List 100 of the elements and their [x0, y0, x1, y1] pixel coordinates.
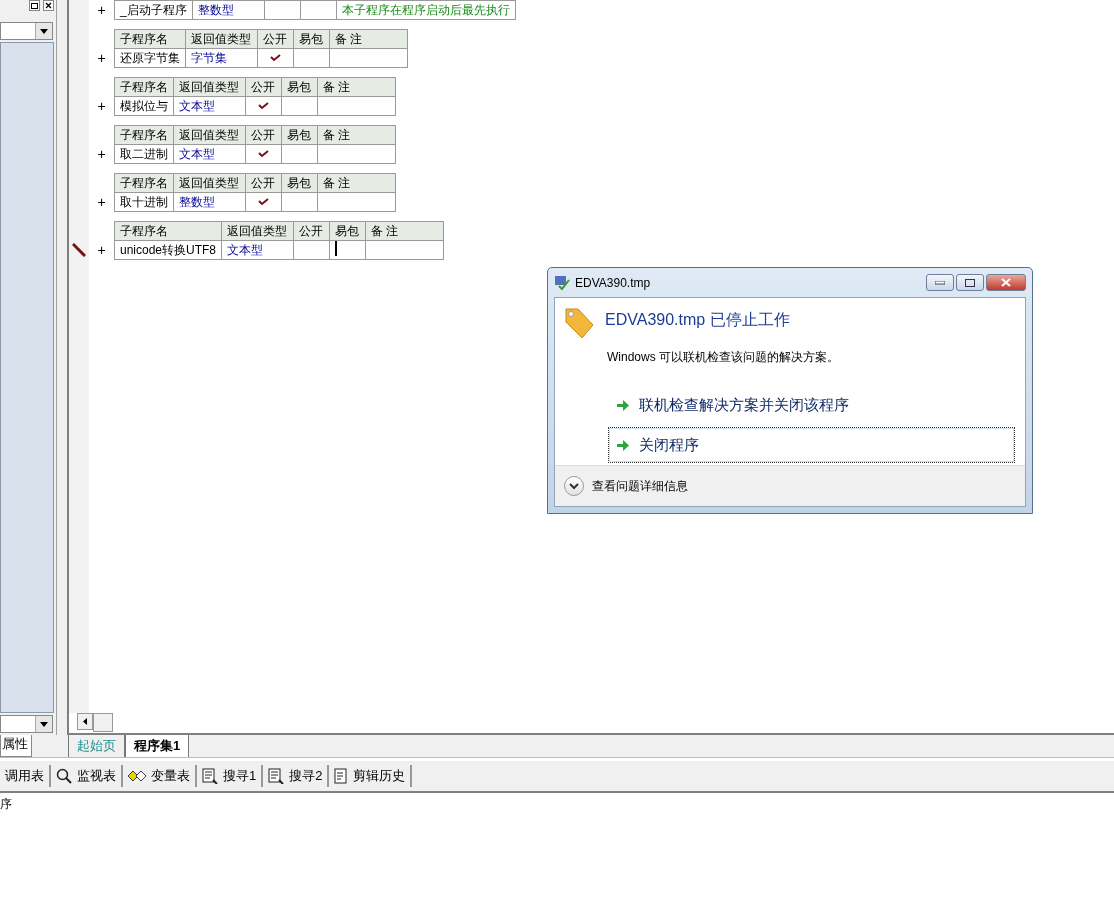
close-button[interactable]	[43, 0, 54, 11]
details-link[interactable]: 查看问题详细信息	[592, 477, 688, 495]
column-header: 返回值类型	[221, 221, 294, 241]
caret-icon	[40, 28, 48, 34]
panel-tab[interactable]: 属性	[0, 735, 32, 757]
expand-details-button[interactable]	[564, 476, 584, 496]
table-cell[interactable]	[329, 48, 408, 68]
table-cell[interactable]	[281, 192, 318, 212]
table-cell[interactable]	[317, 96, 396, 116]
table-cell[interactable]	[245, 192, 282, 212]
column-header: 易包	[281, 77, 318, 97]
table-cell[interactable]	[281, 96, 318, 116]
document-search-icon	[202, 768, 218, 784]
arrow-icon	[617, 399, 629, 411]
column-header: 子程序名	[114, 125, 174, 145]
check-icon[interactable]	[258, 150, 269, 158]
column-header: 备 注	[317, 125, 396, 145]
command-link[interactable]: 联机检查解决方案并关闭该程序	[608, 387, 1015, 423]
diamonds-icon	[128, 770, 146, 782]
table-cell[interactable]: 还原字节集	[114, 48, 186, 68]
table-cell[interactable]	[317, 192, 396, 212]
expand-toggle[interactable]: +	[89, 0, 114, 20]
output-text: 序	[0, 796, 13, 813]
column-header: 返回值类型	[185, 29, 258, 49]
table-cell[interactable]: 文本型	[173, 96, 246, 116]
table-cell[interactable]	[293, 240, 330, 260]
tool-tab[interactable]: 监视表	[51, 765, 123, 787]
check-icon[interactable]	[270, 54, 281, 62]
maximize-button[interactable]	[956, 274, 984, 291]
table-cell[interactable]: 文本型	[221, 240, 294, 260]
expand-toggle[interactable]: +	[89, 192, 114, 212]
horizontal-scrollbar[interactable]	[69, 713, 1114, 735]
table-cell[interactable]	[293, 48, 330, 68]
close-icon	[1001, 278, 1011, 287]
table-cell[interactable]	[300, 0, 337, 20]
tool-tab[interactable]: 变量表	[123, 765, 197, 787]
document-tab[interactable]: 程序集1	[125, 735, 190, 757]
table-cell[interactable]: 取十进制	[114, 192, 174, 212]
expand-toggle[interactable]: +	[89, 144, 114, 164]
column-header: 易包	[293, 29, 330, 49]
table-cell[interactable]	[281, 144, 318, 164]
minimize-button[interactable]	[926, 274, 954, 291]
check-icon[interactable]	[258, 198, 269, 206]
document-icon	[334, 768, 349, 784]
column-header: 备 注	[365, 221, 444, 241]
arrow-icon	[617, 439, 629, 451]
document-search-icon	[268, 768, 285, 784]
column-header: 公开	[245, 125, 282, 145]
app-icon	[554, 274, 570, 291]
check-icon[interactable]	[258, 102, 269, 110]
column-header: 易包	[281, 125, 318, 145]
column-header: 易包	[281, 173, 318, 193]
table-cell[interactable]: 文本型	[173, 144, 246, 164]
table-cell[interactable]	[264, 0, 301, 20]
table-cell[interactable]: 模拟位与	[114, 96, 174, 116]
dialog-heading: EDVA390.tmp 已停止工作	[605, 310, 790, 330]
restore-button[interactable]	[29, 0, 40, 11]
column-header: 子程序名	[114, 29, 186, 49]
column-header: 子程序名	[114, 173, 174, 193]
table-cell[interactable]: unicode转换UTF8	[114, 240, 222, 260]
scroll-left-button[interactable]	[77, 713, 93, 730]
dialog-title: EDVA390.tmp	[575, 275, 652, 290]
dropdown[interactable]	[0, 715, 53, 733]
table-cell[interactable]	[317, 144, 396, 164]
column-header: 公开	[245, 173, 282, 193]
expand-toggle[interactable]: +	[89, 96, 114, 116]
expand-toggle[interactable]: +	[89, 240, 114, 260]
tool-tab[interactable]: 调用表	[0, 765, 51, 787]
column-header: 返回值类型	[173, 77, 246, 97]
minimize-icon	[935, 280, 945, 285]
table-cell[interactable]	[365, 240, 444, 260]
column-header: 返回值类型	[173, 173, 246, 193]
column-header: 公开	[293, 221, 330, 241]
dropdown[interactable]	[0, 22, 53, 40]
table-cell[interactable]: 整数型	[173, 192, 246, 212]
table-cell[interactable]: 取二进制	[114, 144, 174, 164]
column-header: 返回值类型	[173, 125, 246, 145]
table-cell[interactable]: 字节集	[185, 48, 258, 68]
table-cell[interactable]	[245, 144, 282, 164]
table-cell[interactable]	[245, 96, 282, 116]
tool-tab[interactable]: 搜寻1	[197, 765, 264, 787]
column-header: 公开	[245, 77, 282, 97]
table-cell[interactable]: _启动子程序	[114, 0, 193, 20]
command-link[interactable]: 关闭程序	[608, 427, 1015, 463]
table-cell[interactable]	[257, 48, 294, 68]
expand-toggle[interactable]: +	[89, 48, 114, 68]
table-cell[interactable]	[329, 240, 366, 260]
text-cursor	[335, 241, 338, 256]
tool-tab[interactable]: 剪辑历史	[329, 765, 413, 787]
scroll-thumb[interactable]	[93, 713, 113, 732]
table-cell[interactable]: 本子程序在程序启动后最先执行	[336, 0, 516, 20]
column-header: 子程序名	[114, 77, 174, 97]
maximize-icon	[965, 278, 975, 287]
column-header: 易包	[329, 221, 366, 241]
table-cell[interactable]: 整数型	[192, 0, 265, 20]
restore-icon	[31, 2, 38, 9]
chevron-down-icon	[569, 482, 579, 490]
column-header: 子程序名	[114, 221, 222, 241]
tool-tab[interactable]: 搜寻2	[263, 765, 330, 787]
column-header: 备 注	[317, 77, 396, 97]
